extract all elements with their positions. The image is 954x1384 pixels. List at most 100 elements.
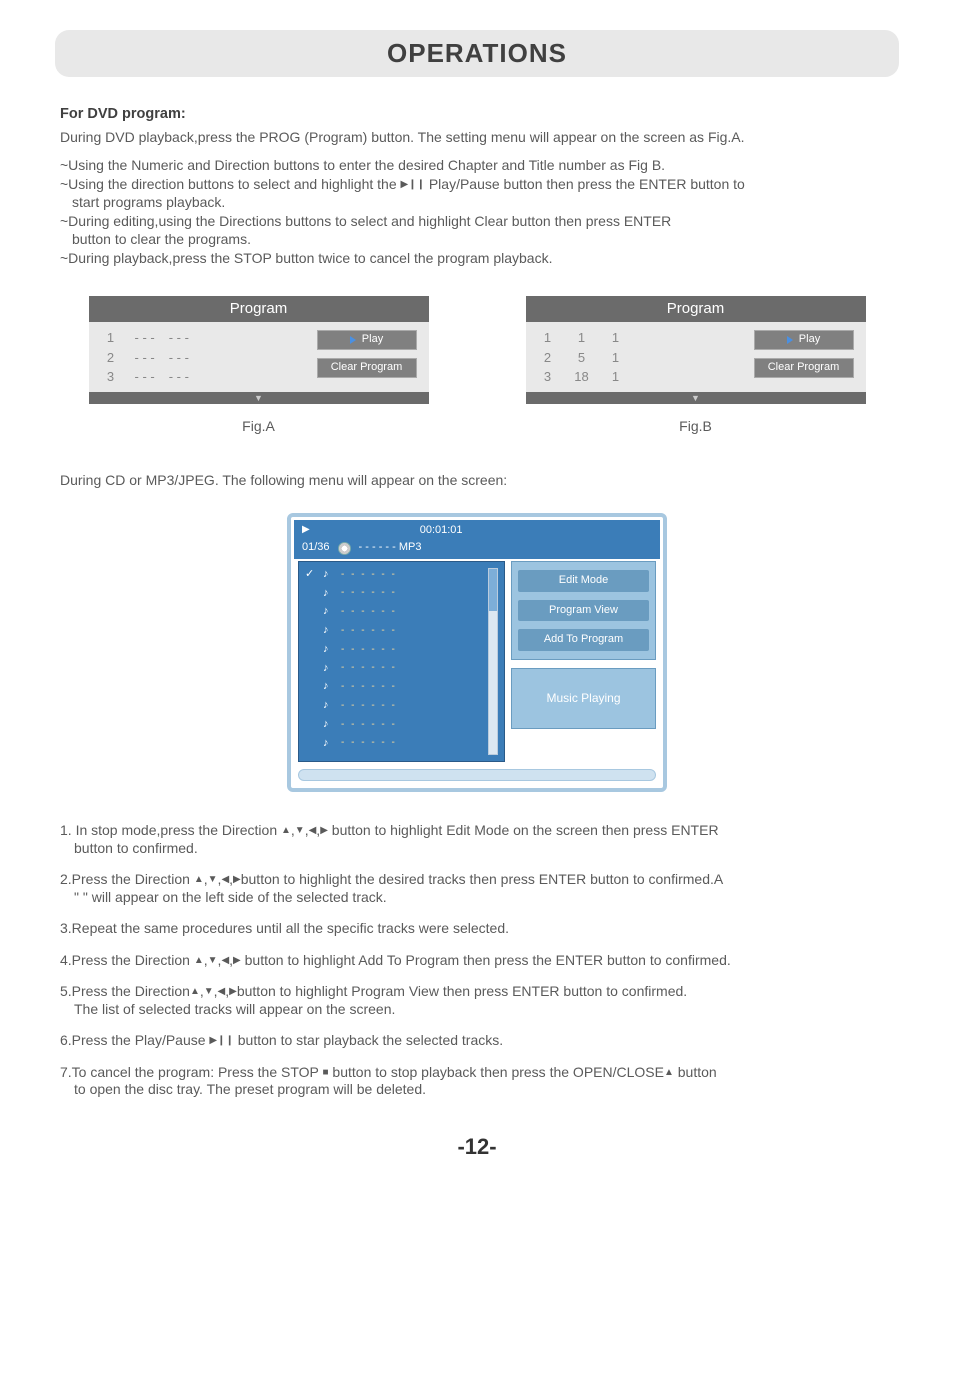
page-title: OPERATIONS [55, 38, 899, 69]
play-icon [350, 336, 356, 344]
program-row: 111 [538, 330, 626, 346]
program-buttons-b: Play Clear Program [754, 330, 854, 388]
mp3-format: - - - - - - MP3 [359, 541, 422, 555]
clear-program-button[interactable]: Clear Program [754, 358, 854, 378]
note-icon: ♪ [323, 718, 335, 732]
bullet-3b: button to clear the programs. [60, 231, 894, 249]
track-row: ♪- - - - - - [305, 699, 484, 713]
clear-label: Clear Program [768, 361, 840, 375]
add-to-program-button[interactable]: Add To Program [518, 629, 649, 651]
program-rows-b: 111 251 3181 [538, 330, 626, 388]
figure-b: Program 111 251 3181 Play Clear Program … [497, 296, 894, 436]
play-label: Play [799, 333, 820, 347]
note-icon: ♪ [323, 624, 335, 638]
bullet-2c: start programs playback. [60, 194, 894, 212]
program-footer-a: ▼ [89, 392, 429, 404]
step-3: 3.Repeat the same procedures until all t… [60, 920, 894, 938]
clear-program-button[interactable]: Clear Program [317, 358, 417, 378]
mp3-top-bar: ▶ 00:01:01 01/36 - - - - - - MP3 [294, 520, 660, 559]
track-name: - - - - - - [341, 737, 397, 750]
cd-intro: During CD or MP3/JPEG. The following men… [60, 472, 894, 490]
track-row: ♪ - - - - - - [305, 643, 484, 657]
playpause-icon: ▶❙❙ [209, 1035, 233, 1046]
disc-icon [338, 542, 351, 555]
music-playing-label: Music Playing [518, 691, 649, 706]
program-row: 2- - -- - - [101, 350, 189, 366]
bullet-2a: ~Using the direction buttons to select a… [60, 176, 401, 192]
down-icon: ▼ [208, 955, 218, 966]
play-button[interactable]: Play [317, 330, 417, 350]
figure-b-caption: Fig.B [497, 418, 894, 436]
track-row: ♪ - - - - - - [305, 587, 484, 601]
eject-icon: ▲ [664, 1067, 674, 1078]
figures-row: Program 1- - -- - - 2- - -- - - 3- - -- … [60, 296, 894, 436]
mp3-time: 00:01:01 [420, 524, 463, 538]
up-icon: ▲ [281, 825, 291, 836]
track-name: - - - - - - [341, 644, 397, 657]
program-header-a: Program [89, 296, 429, 323]
program-view-button[interactable]: Program View [518, 600, 649, 622]
program-header-b: Program [526, 296, 866, 323]
track-row: ♪- - - - - - [305, 605, 484, 619]
figure-a-caption: Fig.A [60, 418, 457, 436]
check-icon: ✓ [305, 568, 317, 582]
clear-label: Clear Program [331, 361, 403, 375]
bullet-2: ~Using the direction buttons to select a… [60, 176, 894, 211]
track-name: - - - - - - [341, 569, 397, 582]
down-icon: ▼ [204, 986, 214, 997]
track-row: ♪ - - - - - - [305, 662, 484, 676]
bullet-4: ~During playback,press the STOP button t… [60, 250, 894, 268]
playpause-icon: ▶❙❙ [401, 179, 425, 190]
mp3-counter: 01/36 [302, 541, 330, 555]
step-7: 7.To cancel the program: Press the STOP … [60, 1064, 894, 1099]
note-icon: ♪ [323, 662, 335, 676]
right-icon: ▶ [229, 986, 237, 997]
bullet-3: ~During editing,using the Directions but… [60, 213, 894, 248]
track-name: - - - - - - [341, 625, 397, 638]
scroll-thumb[interactable] [489, 569, 497, 611]
track-row: ♪- - - - - - [305, 680, 484, 694]
left-icon: ◀ [221, 874, 229, 885]
step-1: 1. In stop mode,press the Direction ▲,▼,… [60, 822, 894, 857]
step-6: 6.Press the Play/Pause ▶❙❙ button to sta… [60, 1032, 894, 1050]
bullet-2b: Play/Pause button then press the ENTER b… [425, 176, 745, 192]
note-icon: ♪ [323, 643, 335, 657]
program-box-a: Program 1- - -- - - 2- - -- - - 3- - -- … [89, 296, 429, 405]
dvd-bullets: ~Using the Numeric and Direction buttons… [60, 157, 894, 268]
scrollbar[interactable] [488, 568, 498, 756]
program-row: 1- - -- - - [101, 330, 189, 346]
program-row: 3- - -- - - [101, 369, 189, 385]
steps-list: 1. In stop mode,press the Direction ▲,▼,… [60, 822, 894, 1099]
dvd-section-title: For DVD program: [60, 105, 894, 123]
music-playing-box: Music Playing [511, 668, 656, 729]
mp3-right-panel: Edit Mode Program View Add To Program Mu… [511, 561, 656, 763]
bullet-1: ~Using the Numeric and Direction buttons… [60, 157, 894, 175]
left-icon: ◀ [309, 825, 317, 836]
program-box-b: Program 111 251 3181 Play Clear Program … [526, 296, 866, 405]
note-icon: ♪ [323, 568, 335, 582]
edit-mode-button[interactable]: Edit Mode [518, 570, 649, 592]
page-content: For DVD program: During DVD playback,pre… [0, 105, 954, 1160]
track-name: - - - - - - [341, 681, 397, 694]
note-icon: ♪ [323, 587, 335, 601]
left-icon: ◀ [221, 955, 229, 966]
down-icon: ▼ [295, 825, 305, 836]
track-row: ♪ - - - - - - [305, 737, 484, 751]
program-body-a: 1- - -- - - 2- - -- - - 3- - -- - - Play… [89, 322, 429, 392]
bullet-3a: ~During editing,using the Directions but… [60, 213, 671, 229]
track-name: - - - - - - [341, 587, 397, 600]
note-icon: ♪ [323, 737, 335, 751]
right-icon: ▶ [320, 825, 328, 836]
note-icon: ♪ [323, 699, 335, 713]
play-icon [787, 336, 793, 344]
play-label: Play [362, 333, 383, 347]
down-icon: ▼ [208, 874, 218, 885]
track-name: - - - - - - [341, 662, 397, 675]
step-5: 5.Press the Direction▲,▼,◀,▶button to hi… [60, 983, 894, 1018]
figure-a: Program 1- - -- - - 2- - -- - - 3- - -- … [60, 296, 457, 436]
play-button[interactable]: Play [754, 330, 854, 350]
up-icon: ▲ [194, 955, 204, 966]
note-icon: ♪ [323, 605, 335, 619]
program-footer-b: ▼ [526, 392, 866, 404]
mp3-track-list: ✓♪- - - - - - ♪- - - - - - ♪- - - - - - … [298, 561, 505, 763]
